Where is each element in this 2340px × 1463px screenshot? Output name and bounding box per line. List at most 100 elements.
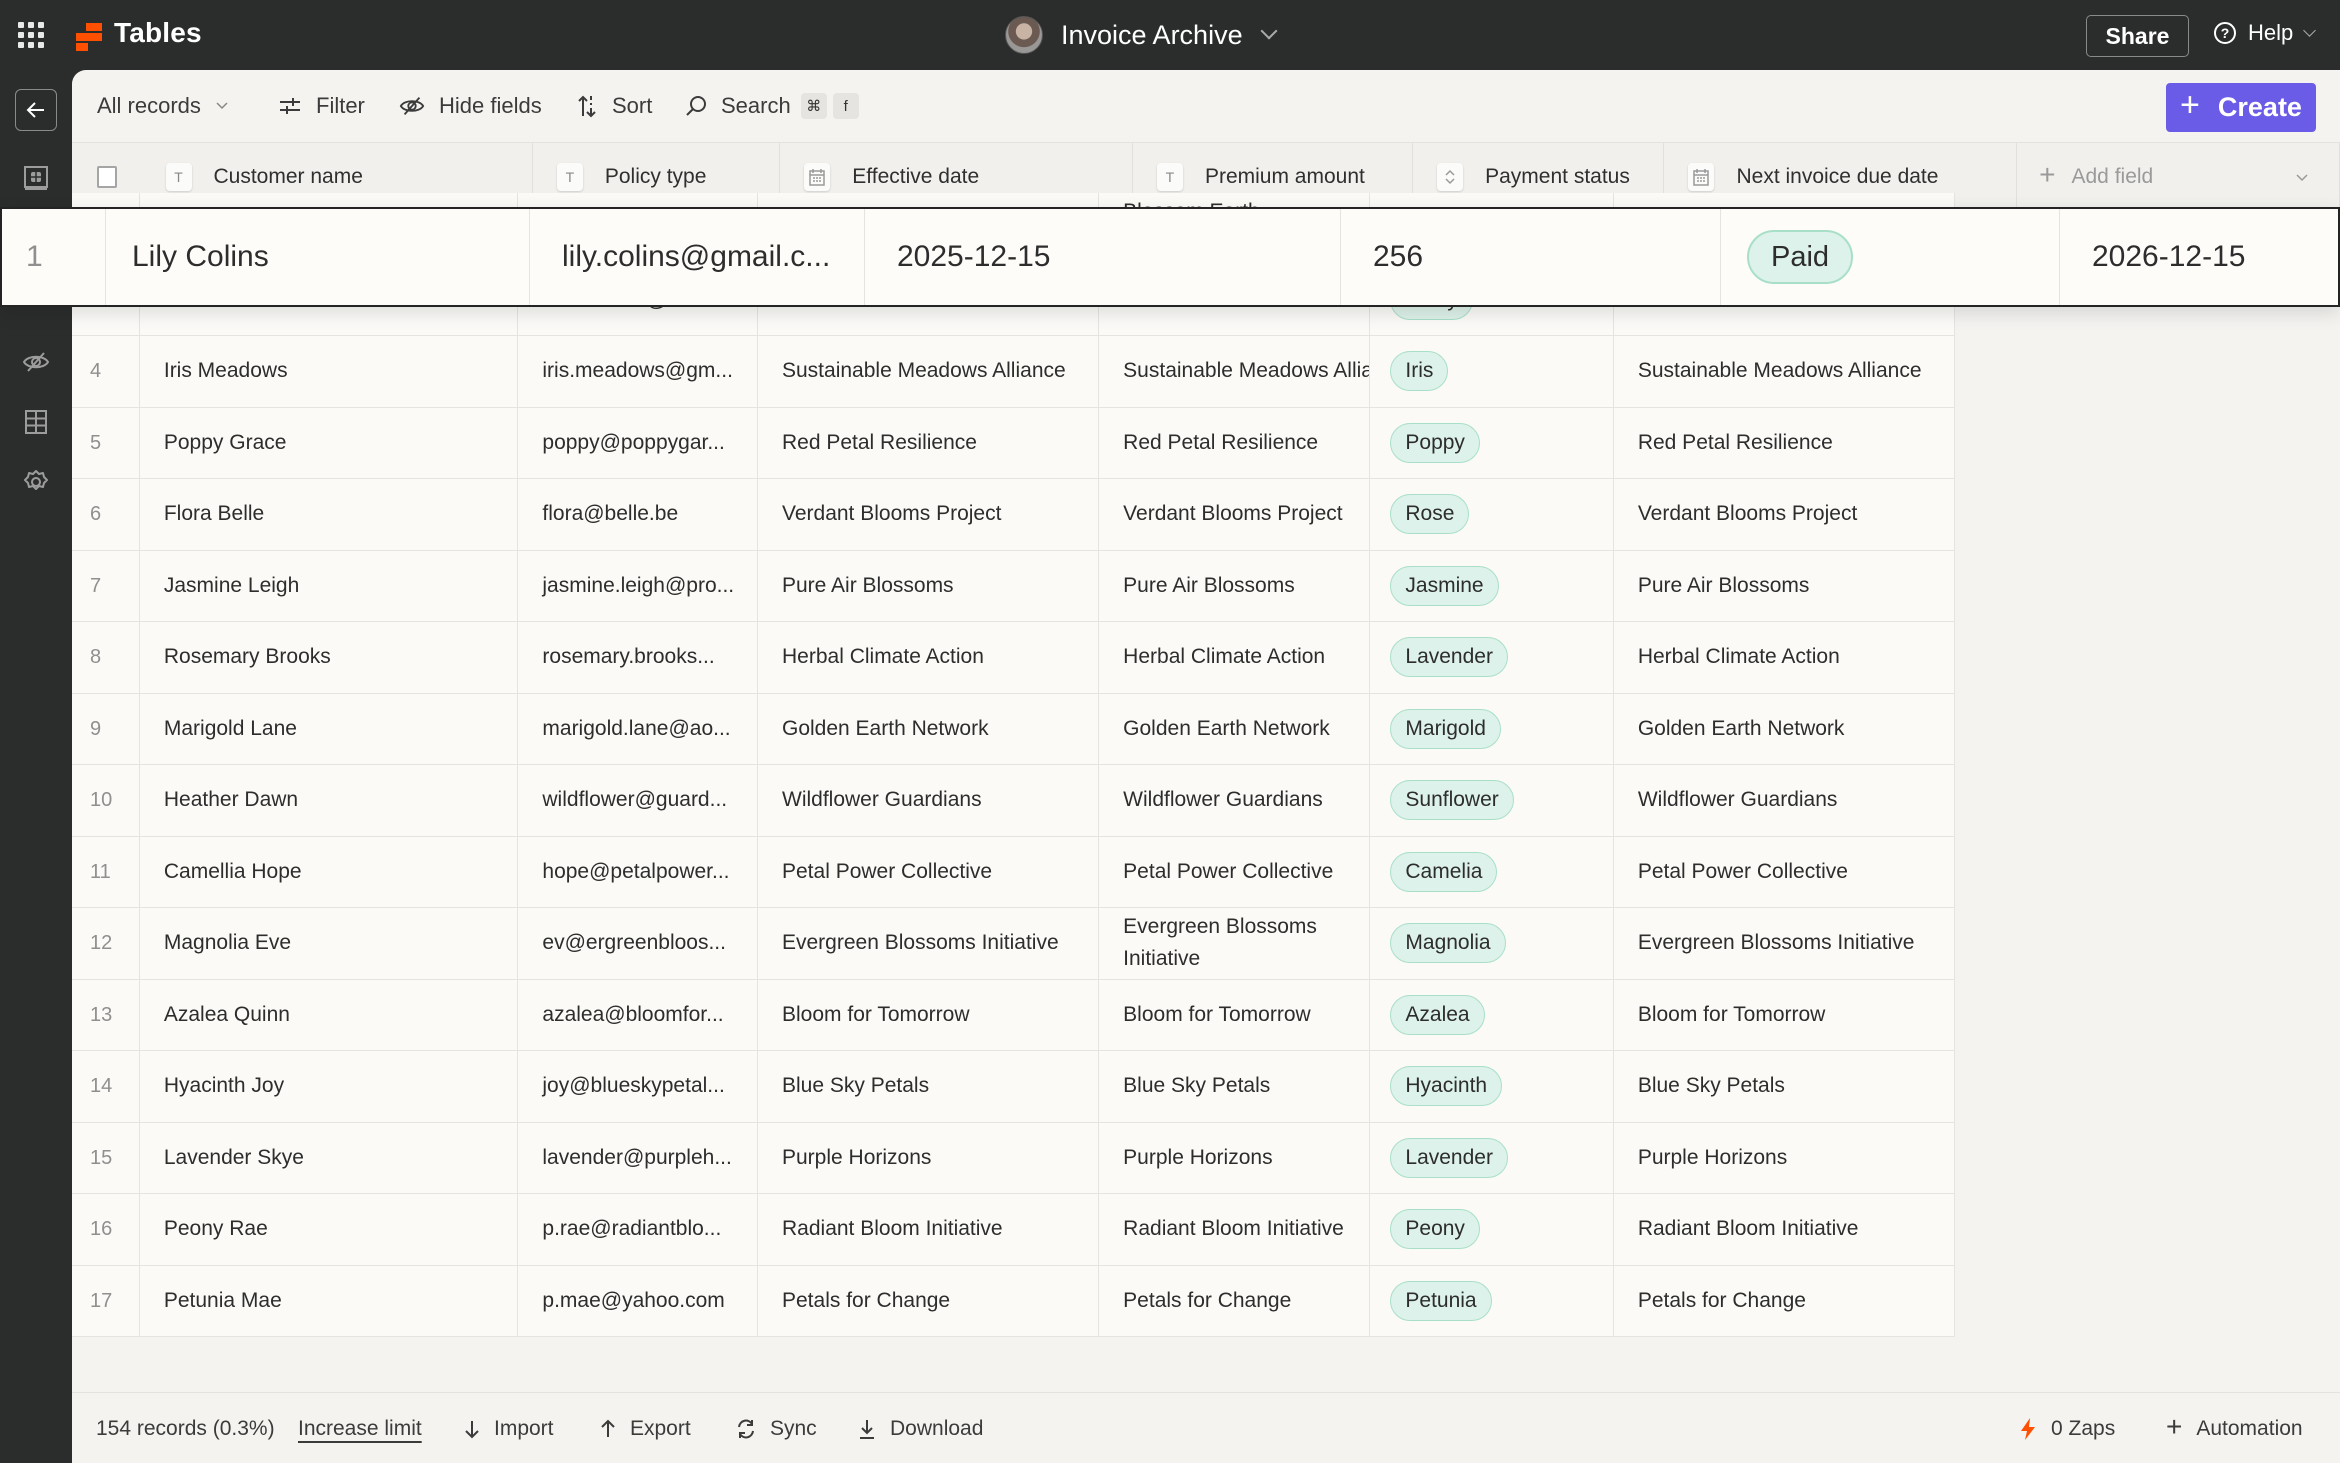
next-invoice-due-date-cell[interactable]: Verdant Blooms Project — [1614, 479, 1955, 550]
add-automation-button[interactable]: + Automation — [2166, 1411, 2303, 1445]
effective-date-cell[interactable]: 2025-12-15 — [865, 209, 1341, 305]
next-invoice-due-date-cell[interactable]: Purple Horizons — [1614, 1122, 1955, 1193]
premium-amount-cell[interactable]: Blue Sky Petals — [1099, 1051, 1371, 1122]
table-row[interactable]: 4 Iris Meadows iris.meadows@gm... Sustainab… — [72, 336, 1955, 408]
export-button[interactable]: Export — [600, 1413, 691, 1445]
policy-type-cell[interactable]: p.rae@radiantblo... — [518, 1194, 758, 1265]
customer-name-cell[interactable]: Camellia Hope — [140, 836, 519, 907]
premium-amount-cell[interactable]: Bloom for Tomorrow — [1099, 979, 1371, 1050]
table-row[interactable]: 5 Poppy Grace poppy@poppygar... Red Petal R… — [72, 407, 1955, 479]
view-selector[interactable]: All records — [97, 88, 243, 124]
policy-type-cell[interactable]: lily.colins@gmail.c... — [530, 209, 865, 305]
next-invoice-due-date-cell[interactable]: Pure Air Blossoms — [1614, 550, 1955, 621]
payment-status-cell[interactable]: Sunflower — [1370, 765, 1614, 836]
customer-name-cell[interactable]: Azalea Quinn — [140, 979, 519, 1050]
selected-record-row[interactable]: 1 Lily Colins lily.colins@gmail.c... 202… — [0, 207, 2340, 307]
premium-amount-cell[interactable]: Wildflower Guardians — [1099, 765, 1371, 836]
sort-button[interactable]: Sort — [576, 88, 652, 124]
premium-amount-cell[interactable]: Sustainable Meadows Alliance — [1099, 336, 1371, 407]
policy-type-cell[interactable]: lavender@purpleh... — [518, 1122, 758, 1193]
customer-name-cell[interactable]: Rosemary Brooks — [140, 622, 519, 693]
filter-button[interactable]: Filter — [278, 88, 365, 124]
table-row[interactable]: 11 Camellia Hope hope@petalpower... Petal P… — [72, 836, 1955, 908]
effective-date-cell[interactable]: Evergreen Blossoms Initiative — [758, 908, 1100, 979]
table-row[interactable]: 9 Marigold Lane marigold.lane@ao... Golden … — [72, 693, 1955, 765]
next-invoice-due-date-cell[interactable]: Petals for Change — [1614, 1265, 1955, 1336]
add-field-button[interactable]: + Add field — [2017, 143, 2340, 211]
table-row[interactable]: 17 Petunia Mae p.mae@yahoo.com Petals for C… — [72, 1265, 1955, 1337]
payment-status-cell[interactable]: Paid — [1721, 209, 2060, 305]
effective-date-cell[interactable]: Herbal Climate Action — [758, 622, 1100, 693]
table-row[interactable]: 13 Azalea Quinn azalea@bloomfor... Bloom fo… — [72, 979, 1955, 1051]
search-button[interactable]: Search ⌘ f — [685, 88, 859, 124]
effective-date-cell[interactable]: Petals for Change — [758, 1265, 1100, 1336]
effective-date-cell[interactable]: Blue Sky Petals — [758, 1051, 1100, 1122]
app-grid-icon[interactable] — [18, 22, 44, 48]
policy-type-cell[interactable]: joy@blueskypetal... — [518, 1051, 758, 1122]
payment-status-cell[interactable]: Rose — [1370, 479, 1614, 550]
effective-date-cell[interactable]: Golden Earth Network — [758, 693, 1100, 764]
premium-amount-cell[interactable]: Radiant Bloom Initiative — [1099, 1194, 1371, 1265]
next-invoice-due-date-cell[interactable]: Bloom for Tomorrow — [1614, 979, 1955, 1050]
payment-status-cell[interactable]: Peony — [1370, 1194, 1614, 1265]
payment-status-cell[interactable]: Lavender — [1370, 1122, 1614, 1193]
payment-status-cell[interactable]: Azalea — [1370, 979, 1614, 1050]
payment-status-cell[interactable]: Jasmine — [1370, 550, 1614, 621]
customer-name-cell[interactable]: Petunia Mae — [140, 1265, 519, 1336]
policy-type-cell[interactable]: ev@ergreenbloos... — [518, 908, 758, 979]
table-row[interactable]: 7 Jasmine Leigh jasmine.leigh@pro... Pure A… — [72, 550, 1955, 622]
payment-status-cell[interactable]: Marigold — [1370, 693, 1614, 764]
payment-status-cell[interactable]: Hyacinth — [1370, 1051, 1614, 1122]
increase-limit-link[interactable]: Increase limit — [298, 1413, 422, 1445]
premium-amount-cell[interactable]: Petals for Change — [1099, 1265, 1371, 1336]
customer-name-cell[interactable]: Hyacinth Joy — [140, 1051, 519, 1122]
premium-amount-cell[interactable]: Purple Horizons — [1099, 1122, 1371, 1193]
table-row[interactable]: 8 Rosemary Brooks rosemary.brooks... Herbal… — [72, 622, 1955, 694]
customer-name-cell[interactable]: Peony Rae — [140, 1194, 519, 1265]
next-invoice-due-date-cell[interactable]: Petal Power Collective — [1614, 836, 1955, 907]
effective-date-cell[interactable]: Bloom for Tomorrow — [758, 979, 1100, 1050]
rail-settings-icon[interactable] — [22, 468, 50, 496]
policy-type-cell[interactable]: wildflower@guard... — [518, 765, 758, 836]
payment-status-cell[interactable]: Petunia — [1370, 1265, 1614, 1336]
effective-date-cell[interactable]: Wildflower Guardians — [758, 765, 1100, 836]
premium-amount-cell[interactable]: Petal Power Collective — [1099, 836, 1371, 907]
table-title-menu[interactable]: Invoice Archive — [1005, 14, 1278, 56]
effective-date-cell[interactable]: Purple Horizons — [758, 1122, 1100, 1193]
policy-type-cell[interactable]: poppy@poppygar... — [518, 407, 758, 478]
select-all-checkbox[interactable] — [96, 166, 117, 188]
payment-status-cell[interactable]: Camelia — [1370, 836, 1614, 907]
import-button[interactable]: Import — [464, 1413, 554, 1445]
policy-type-cell[interactable]: jasmine.leigh@pro... — [518, 550, 758, 621]
payment-status-cell[interactable]: Lavender — [1370, 622, 1614, 693]
sync-button[interactable]: Sync — [736, 1413, 817, 1445]
premium-amount-cell[interactable]: 256 — [1341, 209, 1721, 305]
premium-amount-cell[interactable]: Herbal Climate Action — [1099, 622, 1371, 693]
effective-date-cell[interactable]: Red Petal Resilience — [758, 407, 1100, 478]
zaps-button[interactable]: 0 Zaps — [2019, 1413, 2115, 1445]
next-invoice-due-date-cell[interactable]: 2026-12-15 — [2060, 209, 2338, 305]
policy-type-cell[interactable]: hope@petalpower... — [518, 836, 758, 907]
back-button[interactable] — [15, 89, 57, 131]
payment-status-cell[interactable]: Iris — [1370, 336, 1614, 407]
customer-name-cell[interactable]: Marigold Lane — [140, 693, 519, 764]
next-invoice-due-date-cell[interactable]: Wildflower Guardians — [1614, 765, 1955, 836]
customer-name-cell[interactable]: Jasmine Leigh — [140, 550, 519, 621]
payment-status-cell[interactable]: Magnolia — [1370, 908, 1614, 979]
policy-type-cell[interactable]: iris.meadows@gm... — [518, 336, 758, 407]
customer-name-cell[interactable]: Iris Meadows — [140, 336, 519, 407]
customer-name-cell[interactable]: Poppy Grace — [140, 407, 519, 478]
policy-type-cell[interactable]: azalea@bloomfor... — [518, 979, 758, 1050]
next-invoice-due-date-cell[interactable]: Sustainable Meadows Alliance — [1614, 336, 1955, 407]
policy-type-cell[interactable]: p.mae@yahoo.com — [518, 1265, 758, 1336]
payment-status-cell[interactable]: Poppy — [1370, 407, 1614, 478]
next-invoice-due-date-cell[interactable]: Radiant Bloom Initiative — [1614, 1194, 1955, 1265]
premium-amount-cell[interactable]: Verdant Blooms Project — [1099, 479, 1371, 550]
premium-amount-cell[interactable]: Pure Air Blossoms — [1099, 550, 1371, 621]
next-invoice-due-date-cell[interactable]: Blue Sky Petals — [1614, 1051, 1955, 1122]
premium-amount-cell[interactable]: Red Petal Resilience — [1099, 407, 1371, 478]
table-row[interactable]: 14 Hyacinth Joy joy@blueskypetal... Blue Sk… — [72, 1051, 1955, 1123]
effective-date-cell[interactable]: Petal Power Collective — [758, 836, 1100, 907]
effective-date-cell[interactable]: Verdant Blooms Project — [758, 479, 1100, 550]
next-invoice-due-date-cell[interactable]: Herbal Climate Action — [1614, 622, 1955, 693]
